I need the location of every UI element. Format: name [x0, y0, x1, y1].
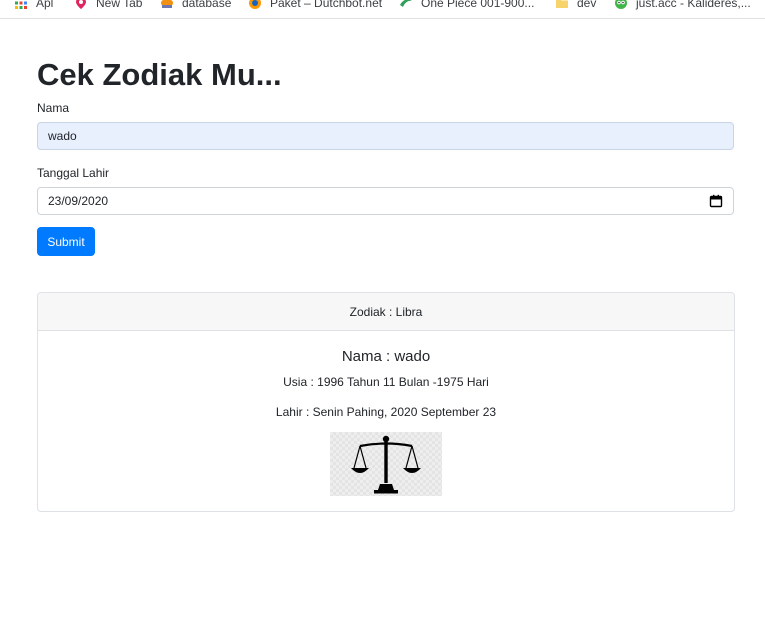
libra-scales-icon — [351, 435, 421, 494]
bookmark-label: database — [182, 0, 232, 10]
bookmark-one-piece[interactable]: One Piece 001-900... — [399, 0, 534, 13]
bookmark-new-tab[interactable]: New Tab — [74, 0, 142, 13]
folder-icon — [556, 0, 568, 8]
bookmark-just-acc[interactable]: just.acc - Kalideres,... — [614, 0, 751, 13]
bookmarks-bar: Apl New Tab database Paket – Dutchbot.ne… — [0, 0, 765, 19]
green-swoosh-icon — [400, 0, 412, 7]
birth-text: Lahir : Senin Pahing, 2020 September 23 — [275, 405, 497, 419]
name-input[interactable]: wado — [37, 122, 734, 150]
card-header: Zodiak : Libra — [38, 293, 734, 331]
bookmark-label: Paket – Dutchbot.net — [270, 0, 383, 10]
apps-grid-icon — [15, 1, 27, 9]
dob-label: Tanggal Lahir — [37, 166, 110, 180]
dob-input-value: 23/09/2020 — [48, 194, 109, 208]
age-text: Usia : 1996 Tahun 11 Bulan -1975 Hari — [283, 375, 489, 389]
dob-date-input[interactable]: 23/09/2020 — [37, 187, 734, 215]
bookmark-apps[interactable]: Apl — [14, 0, 53, 13]
card-body: Nama : wado Usia : 1996 Tahun 11 Bulan -… — [38, 331, 734, 496]
dutchbot-icon — [249, 0, 261, 9]
tokopedia-owl-icon — [615, 0, 627, 9]
bookmark-label: Apl — [36, 0, 54, 10]
result-name-title: Nama : wado — [341, 348, 431, 365]
bookmark-label: One Piece 001-900... — [421, 0, 535, 10]
phpmyadmin-icon — [161, 0, 173, 8]
bookmark-dev[interactable]: dev — [555, 0, 596, 13]
zodiac-image — [330, 432, 442, 496]
name-label: Nama — [37, 101, 70, 115]
submit-button[interactable]: Submit — [37, 227, 95, 256]
bookmark-label: New Tab — [96, 0, 143, 10]
red-pin-icon — [76, 0, 86, 9]
result-card: Zodiak : Libra Nama : wado Usia : 1996 T… — [37, 292, 735, 512]
page-title: Cek Zodiak Mu... — [37, 57, 282, 92]
bookmark-label: dev — [577, 0, 597, 10]
bookmark-dutchbot[interactable]: Paket – Dutchbot.net — [248, 0, 382, 13]
zodiac-sign-text: Zodiak : Libra — [349, 304, 423, 319]
name-input-value: wado — [48, 129, 77, 143]
calendar-icon[interactable] — [709, 194, 723, 208]
bookmark-label: just.acc - Kalideres,... — [636, 0, 751, 10]
bookmark-database[interactable]: database — [160, 0, 231, 13]
